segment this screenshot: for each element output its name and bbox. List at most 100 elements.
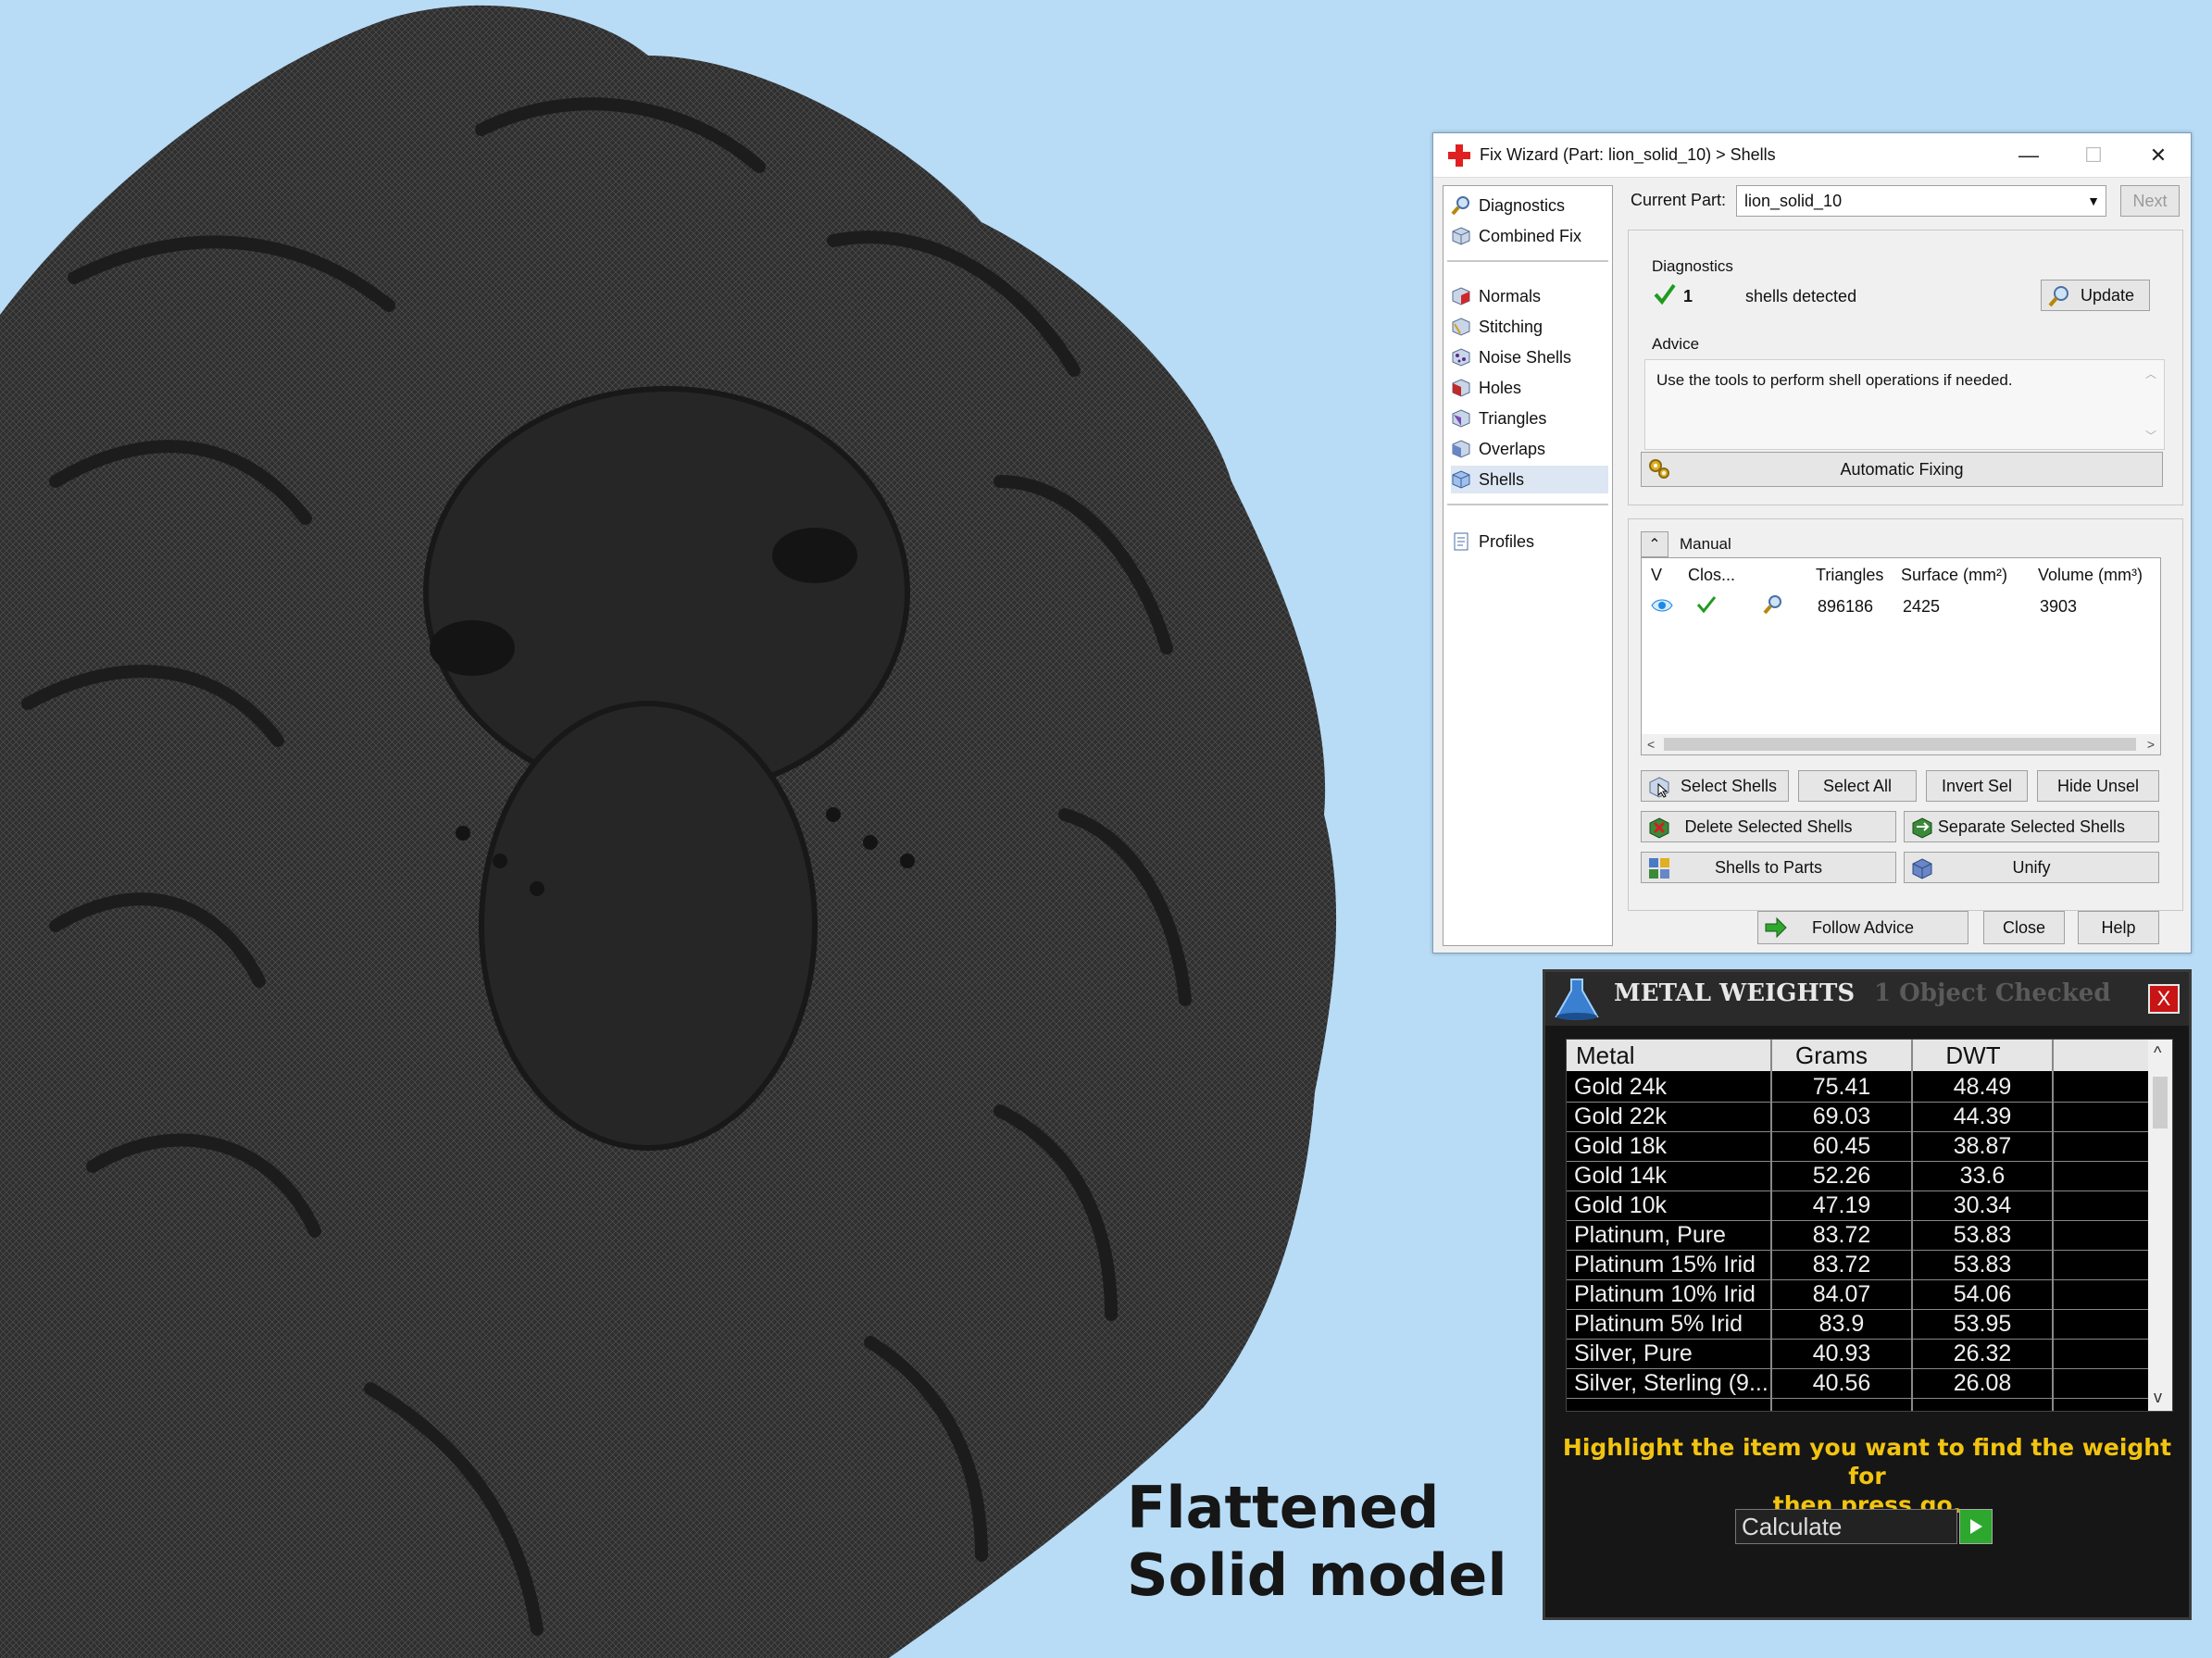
invert-sel-button[interactable]: Invert Sel	[1926, 770, 2028, 802]
holes-cube-icon	[1452, 379, 1470, 397]
flask-logo-icon	[1555, 979, 1599, 1020]
current-part-select[interactable]: lion_solid_10 ▼	[1736, 185, 2106, 217]
metal-weights-close-button[interactable]: X	[2148, 984, 2180, 1014]
metal-weights-scrollbar[interactable]: ^ v	[2148, 1040, 2172, 1411]
delete-selected-shells-label: Delete Selected Shells	[1684, 817, 1853, 836]
calculate-field[interactable]: Calculate	[1735, 1509, 1957, 1544]
chevron-up-icon[interactable]: ^	[2154, 1043, 2161, 1063]
nav-item-triangles[interactable]: Triangles	[1451, 405, 1608, 432]
col-header-surface[interactable]: Surface (mm²)	[1901, 566, 2007, 585]
gears-icon	[1649, 459, 1669, 479]
cell-dwt: 53.83	[1953, 1222, 2012, 1248]
table-row[interactable]: Gold 18k 60.45 38.87	[1567, 1132, 2150, 1162]
unify-button[interactable]: Unify	[1904, 852, 2159, 883]
select-all-button[interactable]: Select All	[1798, 770, 1917, 802]
chevron-down-icon[interactable]: v	[2154, 1388, 2162, 1407]
col-header-metal[interactable]: Metal	[1576, 1041, 1635, 1070]
table-row[interactable]: Platinum, Pure 83.72 53.83	[1567, 1221, 2150, 1251]
magnifier-icon[interactable]	[1762, 593, 1784, 616]
update-label: Update	[2080, 285, 2135, 305]
col-header-closed[interactable]: Clos...	[1688, 566, 1735, 585]
nav-item-holes[interactable]: Holes	[1451, 374, 1608, 402]
nav-item-noise-shells[interactable]: Noise Shells	[1451, 343, 1608, 371]
automatic-fixing-button[interactable]: Automatic Fixing	[1641, 452, 2163, 487]
nav-divider	[1447, 504, 1608, 505]
advice-label: Advice	[1652, 335, 1700, 353]
magnifier-icon	[1451, 196, 1469, 216]
nav-item-combined-fix[interactable]: Combined Fix	[1451, 222, 1608, 250]
separate-selected-shells-button[interactable]: Separate Selected Shells	[1904, 811, 2159, 842]
hide-unsel-button[interactable]: Hide Unsel	[2037, 770, 2159, 802]
table-row[interactable]: Gold 10k 47.19 30.34	[1567, 1191, 2150, 1221]
shells-cube-icon	[1452, 470, 1470, 489]
nav-item-profiles[interactable]: Profiles	[1451, 528, 1608, 555]
table-h-scrollbar[interactable]: < >	[1642, 734, 2160, 754]
metal-weights-title: METAL WEIGHTS	[1614, 979, 1856, 1007]
cell-grams: 75.41	[1812, 1074, 1871, 1100]
close-window-button[interactable]: ✕	[2126, 143, 2191, 168]
chevron-left-icon[interactable]: <	[1647, 737, 1655, 752]
fix-wizard-window: Fix Wizard (Part: lion_solid_10) > Shell…	[1432, 132, 2192, 954]
advice-text: Use the tools to perform shell operation…	[1656, 371, 2013, 389]
maximize-button[interactable]: ☐	[2061, 143, 2126, 168]
table-row[interactable]: Gold 22k 69.03 44.39	[1567, 1103, 2150, 1132]
update-button[interactable]: Update	[2041, 280, 2150, 311]
nav-item-diagnostics[interactable]: Diagnostics	[1451, 192, 1608, 219]
chevron-right-icon[interactable]: >	[2147, 737, 2155, 752]
fix-nav-list: Diagnostics Combined Fix Normals Stitchi…	[1443, 185, 1613, 946]
go-button[interactable]	[1959, 1509, 1993, 1544]
nav-item-label: Holes	[1479, 378, 1522, 397]
eye-icon[interactable]	[1651, 597, 1673, 614]
scroll-thumb[interactable]	[1664, 738, 2136, 751]
separate-selected-shells-label: Separate Selected Shells	[1937, 817, 2126, 836]
cell-metal: Platinum 15% Irid	[1574, 1252, 1756, 1278]
cell-metal: Silver, Sterling (9...	[1574, 1370, 1768, 1396]
close-button[interactable]: Close	[1983, 911, 2065, 944]
nav-item-label: Shells	[1479, 469, 1525, 489]
delete-selected-shells-button[interactable]: Delete Selected Shells	[1641, 811, 1896, 842]
shells-to-parts-button[interactable]: Shells to Parts	[1641, 852, 1896, 883]
caption: Flattened Solid model	[1127, 1474, 1507, 1609]
nav-item-normals[interactable]: Normals	[1451, 282, 1608, 310]
table-row[interactable]: Silver, Pure 40.93 26.32	[1567, 1340, 2150, 1369]
nav-item-shells[interactable]: Shells	[1451, 466, 1608, 493]
col-header-triangles[interactable]: Triangles	[1816, 566, 1883, 585]
cell-grams: 69.03	[1812, 1103, 1871, 1129]
unify-label: Unify	[2012, 857, 2051, 877]
title-bar: Fix Wizard (Part: lion_solid_10) > Shell…	[1433, 133, 2191, 178]
current-part-label: Current Part:	[1631, 191, 1727, 209]
next-button[interactable]: Next	[2120, 185, 2180, 217]
cell-dwt: 54.06	[1953, 1281, 2012, 1307]
col-header-volume[interactable]: Volume (mm³)	[2038, 566, 2143, 585]
table-row[interactable]: Platinum 10% Irid 84.07 54.06	[1567, 1280, 2150, 1310]
unify-cube-icon	[1912, 858, 1932, 879]
objects-checked-status: 1 Object Checked	[1874, 979, 2111, 1007]
cell-grams: 52.26	[1812, 1163, 1871, 1189]
follow-advice-button[interactable]: Follow Advice	[1757, 911, 1968, 944]
advice-scrollbar[interactable]: ︿ ﹀	[2143, 366, 2158, 443]
cell-surface: 2425	[1903, 597, 1941, 616]
cell-metal: Gold 24k	[1574, 1074, 1668, 1100]
table-row[interactable]: Platinum 15% Irid 83.72 53.83	[1567, 1251, 2150, 1280]
select-shells-button[interactable]: Select Shells	[1641, 770, 1789, 802]
nav-item-stitching[interactable]: Stitching	[1451, 313, 1608, 341]
col-header-dwt[interactable]: DWT	[1904, 1041, 2043, 1070]
cell-grams: 40.93	[1812, 1340, 1871, 1366]
collapse-manual-button[interactable]: ⌃	[1641, 531, 1668, 557]
nav-item-overlaps[interactable]: Overlaps	[1451, 435, 1608, 463]
chevron-down-icon: ▼	[2087, 193, 2100, 208]
help-button[interactable]: Help	[2078, 911, 2159, 944]
cell-grams: 60.45	[1812, 1133, 1871, 1159]
scroll-thumb[interactable]	[2153, 1077, 2168, 1128]
cell-grams: 40.56	[1812, 1370, 1871, 1396]
nav-item-label: Stitching	[1479, 317, 1543, 336]
table-row[interactable]: Silver, Sterling (9... 40.56 26.08	[1567, 1369, 2150, 1399]
metal-weights-header: Metal Grams DWT	[1567, 1040, 2150, 1071]
table-row[interactable]: Gold 14k 52.26 33.6	[1567, 1162, 2150, 1191]
col-header-v[interactable]: V	[1651, 566, 1662, 585]
minimize-button[interactable]: —	[1996, 143, 2061, 168]
table-row[interactable]: Gold 24k 75.41 48.49	[1567, 1073, 2150, 1103]
col-header-grams[interactable]: Grams	[1761, 1041, 1902, 1070]
table-row[interactable]: Platinum 5% Irid 83.9 53.95	[1567, 1310, 2150, 1340]
caption-line-1: Flattened	[1127, 1474, 1440, 1541]
